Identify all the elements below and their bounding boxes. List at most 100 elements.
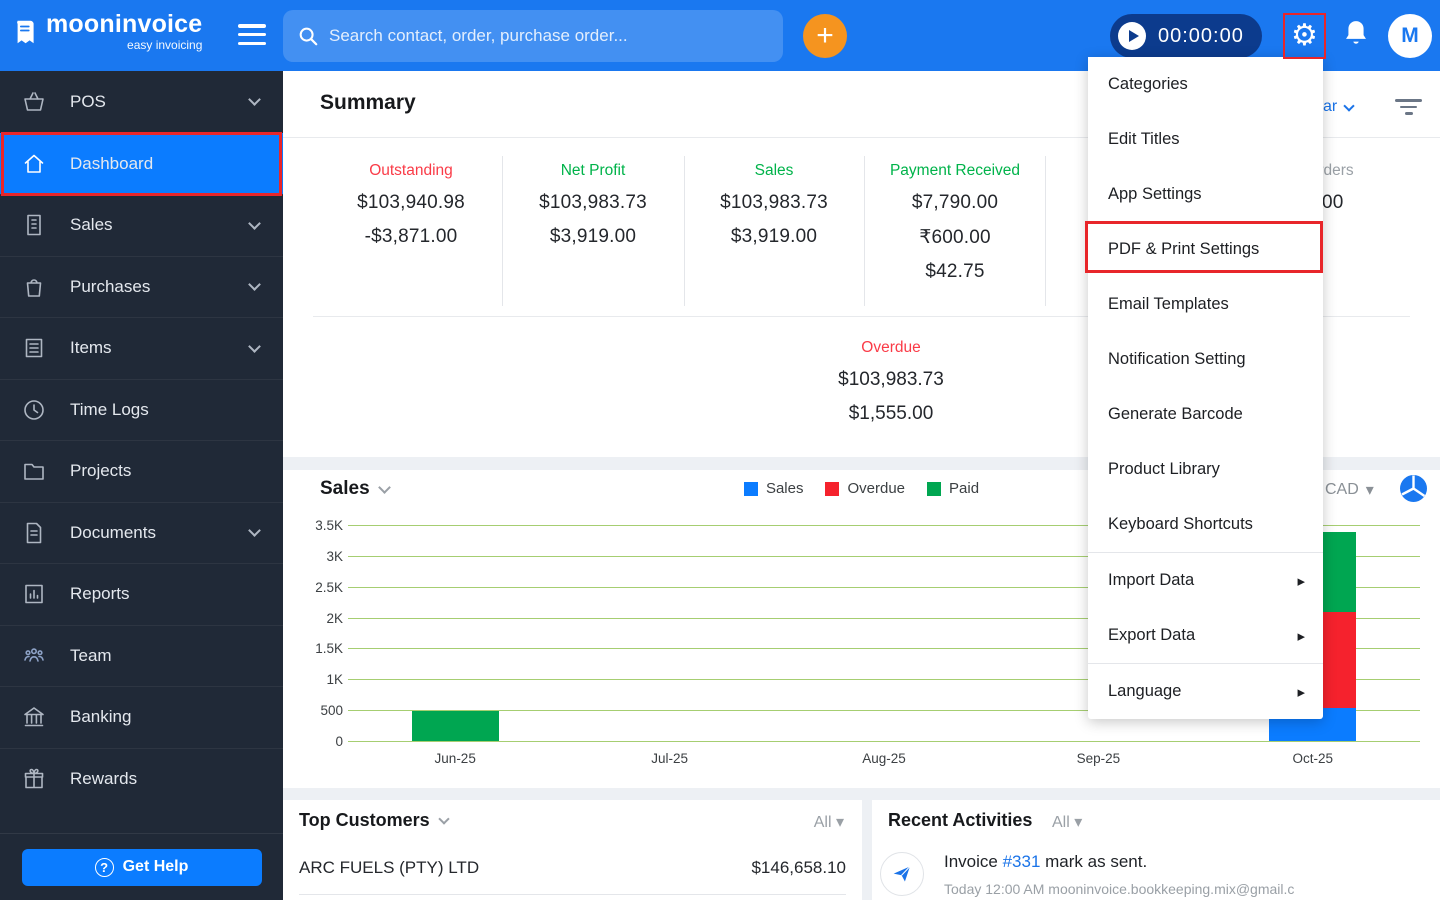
sidebar-item-dashboard[interactable]: Dashboard [0, 131, 283, 196]
y-axis-tick: 0 [335, 734, 343, 749]
sidebar-item-sales[interactable]: Sales [0, 194, 283, 256]
sidebar-item-items[interactable]: Items [0, 317, 283, 379]
get-help-button[interactable]: ? Get Help [21, 848, 262, 886]
recent-activities-title: Recent Activities [888, 810, 1033, 830]
menu-item-label: Edit Titles [1108, 130, 1180, 148]
activity-row[interactable]: Invoice #331 mark as sent. Today 12:00 A… [880, 852, 1294, 897]
summary-card-value: $103,983.73 [720, 192, 828, 213]
x-axis-tick: Jun-25 [434, 751, 476, 766]
filter-icon[interactable] [1395, 99, 1422, 119]
sidebar-item-label: Purchases [70, 276, 151, 296]
summary-card-payment-received: Payment Received $7,790.00 ₹600.00 $42.75 [864, 162, 1046, 295]
invoice-number-link[interactable]: #331 [1003, 852, 1041, 871]
menu-item-language[interactable]: Language ▸ [1088, 664, 1323, 719]
sidebar-item-label: Reports [70, 584, 130, 604]
summary-card-label: Payment Received [889, 162, 1021, 179]
timer-value: 00:00:00 [1158, 24, 1244, 47]
summary-card-label: Sales [754, 162, 794, 179]
hamburger-menu-icon[interactable] [238, 24, 266, 48]
summary-card-value: $103,983.73 [539, 192, 647, 213]
summary-title: Summary [320, 91, 416, 114]
submenu-arrow-icon: ▸ [1297, 627, 1305, 645]
legend-item-sales[interactable]: Sales [743, 480, 803, 497]
invoice-icon [27, 214, 41, 236]
menu-item-categories[interactable]: Categories [1088, 57, 1323, 112]
sidebar-item-label: Time Logs [70, 399, 149, 419]
paper-plane-icon [893, 866, 911, 882]
customer-row[interactable]: ARC FUELS (PTY) LTD $146,658.10 [299, 844, 846, 895]
brand-name: mooninvoice [46, 10, 203, 38]
menu-item-app-settings[interactable]: App Settings [1088, 167, 1323, 222]
sidebar-item-documents[interactable]: Documents [0, 501, 283, 564]
notifications-button[interactable] [1343, 18, 1369, 53]
menu-item-edit-titles[interactable]: Edit Titles [1088, 112, 1323, 167]
sidebar-item-rewards[interactable]: Rewards [0, 747, 283, 810]
sidebar-item-label: Banking [70, 707, 132, 727]
submenu-arrow-icon: ▸ [1297, 683, 1305, 701]
customer-name: ARC FUELS (PTY) LTD [299, 858, 480, 877]
sidebar-item-time-logs[interactable]: Time Logs [0, 378, 283, 441]
chevron-down-icon [248, 339, 261, 353]
sidebar-item-team[interactable]: Team [0, 624, 283, 687]
legend-item-overdue[interactable]: Overdue [825, 480, 905, 497]
menu-item-label: App Settings [1108, 185, 1202, 203]
top-customers-dropdown[interactable]: Top Customers [299, 810, 450, 831]
timer-widget[interactable]: 00:00:00 [1110, 14, 1262, 58]
currency-selector[interactable]: CAD ▾ [1325, 480, 1374, 500]
legend-item-paid[interactable]: Paid [927, 480, 979, 497]
sidebar-item-label: POS [70, 91, 106, 111]
chevron-down-icon [248, 216, 261, 230]
play-icon[interactable] [1118, 22, 1146, 50]
chevron-down-icon [1343, 99, 1355, 112]
sidebar-item-banking[interactable]: Banking [0, 686, 283, 748]
menu-item-email-templates[interactable]: Email Templates [1088, 277, 1323, 332]
sidebar-item-reports[interactable]: Reports [0, 563, 283, 625]
brand-logo[interactable]: mooninvoice easy invoicing [12, 12, 202, 51]
legend-label: Paid [949, 480, 980, 497]
sidebar-item-label: Sales [70, 215, 113, 235]
team-icon [24, 648, 44, 662]
menu-item-notification-setting[interactable]: Notification Setting [1088, 332, 1323, 387]
x-axis-tick: Oct-25 [1292, 751, 1334, 766]
settings-button[interactable]: ⚙ [1284, 14, 1325, 58]
summary-card-sales: Sales $103,983.73 $3,919.00 [683, 162, 865, 260]
menu-item-pdf-print-settings[interactable]: PDF & Print Settings [1088, 222, 1323, 277]
pie-chart-icon [1400, 475, 1427, 502]
customers-filter-dropdown[interactable]: All ▾ [814, 812, 844, 832]
menu-item-label: Language [1108, 682, 1182, 700]
customer-amount: $146,658.10 [751, 858, 846, 877]
pie-chart-toggle[interactable] [1399, 474, 1428, 508]
menu-item-import-data[interactable]: Import Data ▸ [1088, 553, 1323, 608]
overdue-value: $103,983.73 [838, 369, 944, 390]
y-axis-tick: 2K [326, 610, 343, 626]
menu-item-export-data[interactable]: Export Data ▸ [1088, 608, 1323, 663]
file-icon [26, 522, 42, 544]
sidebar-item-projects[interactable]: Projects [0, 440, 283, 502]
brand-tagline: easy invoicing [127, 38, 203, 52]
clock-icon [24, 399, 44, 420]
menu-item-product-library[interactable]: Product Library [1088, 442, 1323, 497]
overdue-stat: Overdue $103,983.73 $1,555.00 [756, 339, 1026, 437]
sidebar-item-label: Rewards [70, 768, 138, 788]
sidebar-item-purchases[interactable]: Purchases [0, 255, 283, 318]
quick-add-button[interactable]: + [803, 14, 847, 58]
sidebar-item-label: Team [70, 645, 112, 665]
summary-card-outstanding: Outstanding $103,940.98 -$3,871.00 [320, 162, 502, 260]
legend-swatch [825, 481, 840, 496]
moon-invoice-logo-icon [17, 20, 34, 43]
triangle-down-icon: ▾ [1365, 482, 1374, 499]
menu-item-keyboard-shortcuts[interactable]: Keyboard Shortcuts [1088, 497, 1323, 552]
activities-filter-dropdown[interactable]: All ▾ [1052, 812, 1082, 832]
search-icon [299, 27, 318, 46]
menu-item-label: Keyboard Shortcuts [1108, 515, 1253, 533]
y-axis-tick: 3.5K [315, 518, 343, 533]
legend-swatch [743, 481, 758, 496]
gift-icon [24, 768, 44, 789]
menu-item-generate-barcode[interactable]: Generate Barcode [1088, 387, 1323, 442]
sidebar: POS Dashboard Sales Purchases Items Time Logs… [0, 71, 283, 900]
avatar[interactable]: M [1388, 14, 1432, 58]
period-dropdown[interactable]: ar [1323, 98, 1355, 116]
search-input[interactable] [329, 26, 769, 46]
settings-menu: Categories Edit Titles App Settings PDF & P… [1085, 57, 1323, 719]
sidebar-item-pos[interactable]: POS [0, 71, 283, 133]
